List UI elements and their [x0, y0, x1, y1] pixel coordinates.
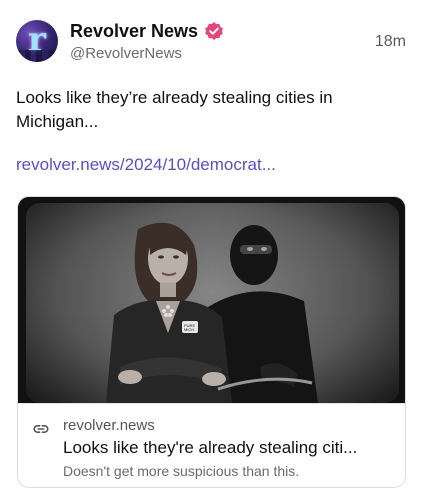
link-card-image[interactable]: PURE MICH [18, 197, 405, 403]
avatar[interactable]: r [16, 20, 58, 62]
verified-badge-icon [205, 22, 223, 40]
link-card[interactable]: PURE MICH revolver.news Looks like they'… [17, 196, 406, 488]
post-link[interactable]: revolver.news/2024/10/democrat... [16, 155, 276, 175]
svg-text:MICH: MICH [184, 327, 194, 332]
link-card-domain: revolver.news [63, 417, 155, 434]
link-card-title[interactable]: Looks like they're already stealing citi… [63, 438, 397, 458]
post[interactable]: r Revolver News @RevolverNews 18m Looks … [0, 0, 423, 500]
author-handle[interactable]: @RevolverNews [70, 45, 182, 62]
post-timestamp[interactable]: 18m [375, 33, 406, 51]
avatar-skyline [16, 50, 58, 62]
post-text: Looks like they’re already stealing citi… [16, 88, 333, 131]
link-icon [33, 425, 49, 433]
author-display-name[interactable]: Revolver News [70, 21, 198, 42]
card-photo: PURE MICH [18, 197, 405, 403]
link-card-meta[interactable]: revolver.news Looks like they're already… [18, 403, 405, 487]
link-card-description: Doesn't get more suspicious than this. [63, 463, 300, 479]
author-name-row: Revolver News [70, 20, 224, 42]
